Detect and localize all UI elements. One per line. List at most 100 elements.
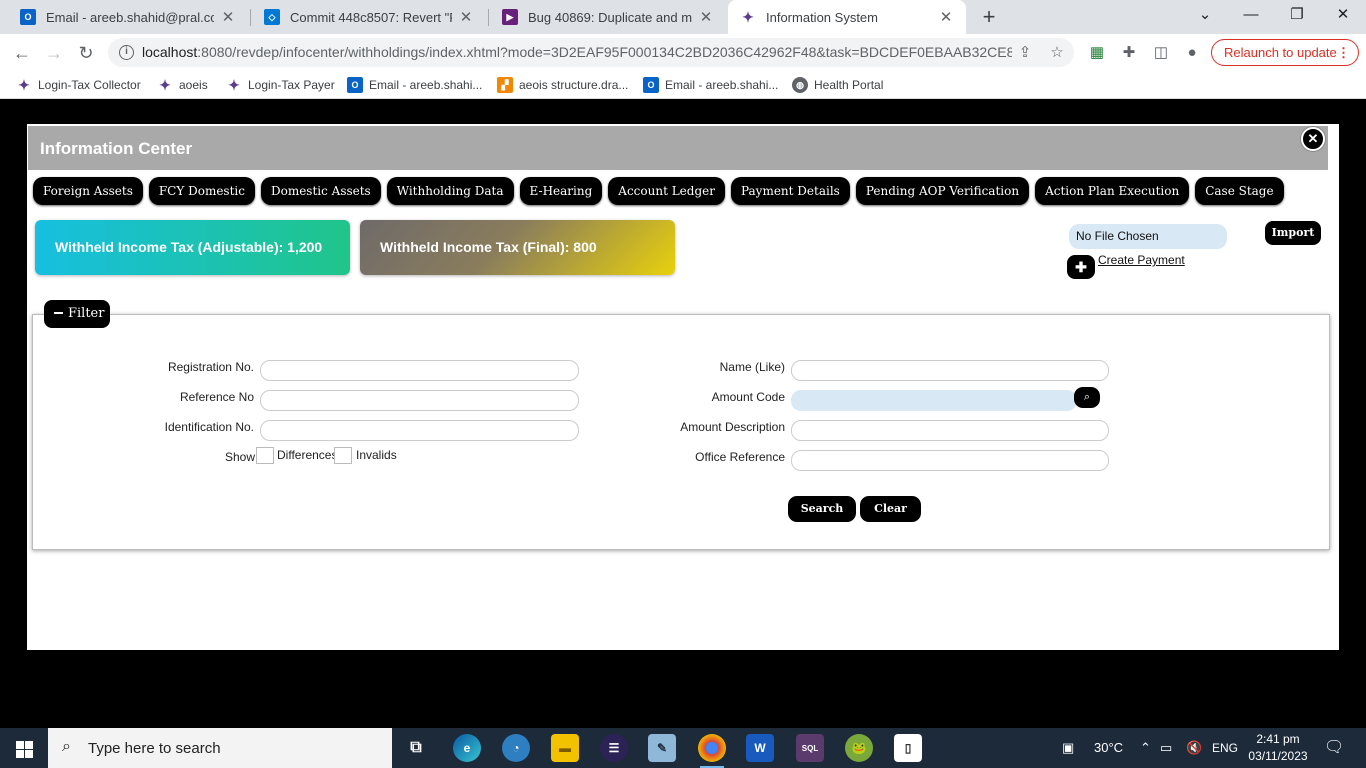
invalids-checkbox[interactable] xyxy=(334,447,352,464)
tab-title: Information System xyxy=(766,9,878,25)
tab-e-hearing[interactable]: E-Hearing xyxy=(519,177,603,205)
back-icon[interactable]: ← xyxy=(8,39,36,67)
amount-code-input[interactable] xyxy=(791,390,1077,411)
address-bar[interactable]: i localhost:8080/revdep/infocenter/withh… xyxy=(108,38,1074,67)
forward-icon[interactable]: → xyxy=(40,39,68,67)
identification-no-input[interactable] xyxy=(260,420,579,441)
tab-divider xyxy=(250,9,251,26)
close-icon[interactable]: ✕ xyxy=(458,8,474,26)
windows-start-button[interactable] xyxy=(0,728,48,768)
fbr-icon: ✦ xyxy=(742,8,754,25)
restore-icon[interactable]: ❐ xyxy=(1274,0,1320,30)
create-payment-link[interactable]: Create Payment xyxy=(1098,253,1185,267)
browser-tab-information-system[interactable]: ✦ Information System ✕ xyxy=(728,0,966,34)
bookmark-login-tax-collector[interactable]: ✦ Login-Tax Collector xyxy=(16,76,141,94)
browser-tab-bug[interactable]: ▶ Bug 40869: Duplicate and multiple ✕ xyxy=(490,0,726,34)
tab-action-plan-execution[interactable]: Action Plan Execution xyxy=(1035,177,1190,205)
add-payment-button[interactable]: ✚ xyxy=(1067,255,1095,279)
bookmark-aoeis[interactable]: ✦ aoeis xyxy=(157,76,208,94)
extensions-puzzle-icon[interactable]: ✚ xyxy=(1118,42,1140,64)
dialog-close-button[interactable]: ✕ xyxy=(1301,127,1325,151)
reference-no-input[interactable] xyxy=(260,390,579,411)
browser-tab-email[interactable]: O Email - areeb.shahid@pral.com.pk ✕ xyxy=(8,0,248,34)
tab-withholding-data[interactable]: Withholding Data xyxy=(386,177,514,205)
bookmark-email-2[interactable]: O Email - areeb.shahi... xyxy=(643,76,778,94)
office-reference-input[interactable] xyxy=(791,450,1109,471)
volume-muted-icon[interactable]: 🔇 xyxy=(1186,728,1202,768)
amount-code-label: Amount Code xyxy=(711,390,785,404)
amount-description-input[interactable] xyxy=(791,420,1109,441)
profile-avatar-icon[interactable]: ● xyxy=(1181,42,1203,64)
differences-label: Differences xyxy=(277,448,338,462)
notepad-icon[interactable]: ▯ xyxy=(894,734,922,762)
bookmark-email-1[interactable]: O Email - areeb.shahi... xyxy=(347,76,482,94)
close-icon[interactable]: ✕ xyxy=(938,8,954,26)
clock-time: 2:41 pm xyxy=(1256,732,1300,746)
tab-pending-aop-verification[interactable]: Pending AOP Verification xyxy=(855,177,1030,205)
taskbar-clock[interactable]: 2:41 pm 03/11/2023 xyxy=(1248,731,1308,765)
notifications-icon[interactable]: 🗨 xyxy=(1324,728,1344,768)
bookmark-star-icon[interactable]: ☆ xyxy=(1046,42,1068,64)
filter-toggle-button[interactable]: Filter xyxy=(44,300,110,328)
name-like-input[interactable] xyxy=(791,360,1109,381)
minimize-icon[interactable]: — xyxy=(1228,0,1274,30)
more-menu-icon[interactable]: ⋮ xyxy=(1337,40,1350,65)
filter-toggle-label: Filter xyxy=(68,306,105,321)
temperature-text[interactable]: 30°C xyxy=(1094,728,1123,768)
clear-button[interactable]: Clear xyxy=(860,496,921,522)
tab-account-ledger[interactable]: Account Ledger xyxy=(608,177,725,205)
close-icon[interactable]: ✕ xyxy=(698,8,714,26)
amount-code-lookup-button[interactable]: ⌕ xyxy=(1074,387,1100,408)
taskbar-search[interactable]: ⌕ Type here to search xyxy=(48,728,392,768)
notes-app-icon[interactable]: ✎ xyxy=(648,734,676,762)
word-icon[interactable]: W xyxy=(746,734,774,762)
tab-divider xyxy=(488,9,489,26)
import-button[interactable]: Import xyxy=(1265,221,1321,245)
bookmark-aeois-structure[interactable]: ▞ aeois structure.dra... xyxy=(497,76,628,94)
edge-icon[interactable]: e xyxy=(453,734,481,762)
browser-tab-commit[interactable]: ◇ Commit 448c8507: Revert "Return ✕ xyxy=(252,0,486,34)
minus-icon xyxy=(54,311,63,314)
tab-case-stage[interactable]: Case Stage xyxy=(1195,177,1284,205)
bookmark-health-portal[interactable]: ◍ Health Portal xyxy=(792,76,883,94)
sql-developer-icon[interactable]: SQL xyxy=(796,734,824,762)
weather-icon[interactable]: ▣ xyxy=(1062,728,1074,768)
url-text[interactable]: localhost:8080/revdep/infocenter/withhol… xyxy=(142,44,1012,60)
chrome-icon[interactable] xyxy=(698,734,726,768)
tab-domestic-assets[interactable]: Domestic Assets xyxy=(260,177,381,205)
outlook-icon: O xyxy=(643,77,659,93)
fbr-icon: ✦ xyxy=(18,76,30,93)
file-chooser[interactable]: No File Chosen xyxy=(1069,224,1227,249)
registration-no-input[interactable] xyxy=(260,360,579,381)
tab-foreign-assets[interactable]: Foreign Assets xyxy=(33,177,143,205)
bookmark-label: Health Portal xyxy=(814,78,884,92)
reload-icon[interactable]: ↻ xyxy=(72,39,100,67)
eclipse-icon[interactable]: ☰ xyxy=(600,734,628,762)
close-window-icon[interactable]: ✕ xyxy=(1320,0,1366,30)
relaunch-button[interactable]: Relaunch to update ⋮ xyxy=(1211,39,1359,66)
new-tab-button[interactable]: + xyxy=(976,4,1002,30)
site-info-icon[interactable]: i xyxy=(119,45,134,60)
share-icon[interactable]: ⇪ xyxy=(1014,42,1036,64)
withheld-tax-adjustable-card: Withheld Income Tax (Adjustable): 1,200 xyxy=(35,220,350,275)
search-button[interactable]: Search xyxy=(788,496,856,522)
bookmark-label: Email - areeb.shahi... xyxy=(369,78,483,92)
reference-no-label: Reference No xyxy=(179,390,254,404)
windows-taskbar: ⌕ Type here to search ⧉ e ◔ ▬ ☰ ✎ W SQL … xyxy=(0,728,1366,768)
excel-extension-icon[interactable]: ▦ xyxy=(1086,42,1108,64)
language-indicator[interactable]: ENG xyxy=(1212,728,1238,768)
tab-payment-details[interactable]: Payment Details xyxy=(730,177,850,205)
close-icon[interactable]: ✕ xyxy=(220,8,236,26)
tab-fcy-domestic[interactable]: FCY Domestic xyxy=(148,177,255,205)
task-view-icon[interactable]: ⧉ xyxy=(402,734,430,762)
bookmark-login-tax-payer[interactable]: ✦ Login-Tax Payer xyxy=(226,76,335,94)
network-icon[interactable]: ▭ xyxy=(1160,728,1172,768)
side-panel-icon[interactable]: ◫ xyxy=(1150,42,1172,64)
browser-app-icon[interactable]: ◔ xyxy=(502,734,530,762)
file-explorer-icon[interactable]: ▬ xyxy=(551,734,579,762)
differences-checkbox[interactable] xyxy=(256,447,274,464)
tray-overflow-icon[interactable]: ⌃ xyxy=(1140,728,1151,768)
toad-icon[interactable]: 🐸 xyxy=(845,734,873,762)
tab-search-icon[interactable]: ⌄ xyxy=(1182,0,1228,30)
registration-no-label: Registration No. xyxy=(167,360,254,374)
